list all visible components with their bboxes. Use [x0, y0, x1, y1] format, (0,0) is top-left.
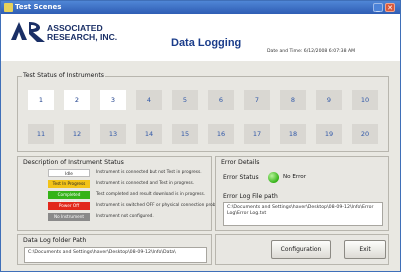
instrument-status-3[interactable]: 3	[100, 90, 126, 110]
company-logo-icon	[11, 22, 45, 42]
error-log-path-field[interactable]: C:\Documents and Settings\haver\Desktop\…	[223, 202, 383, 226]
date-time-label: Date and Time: 6/12/2008 6:07:38 AM	[267, 49, 356, 54]
instrument-status-15[interactable]: 15	[172, 124, 198, 144]
instrument-status-7[interactable]: 7	[244, 90, 270, 110]
status-legend-text: Instrument not configured.	[96, 214, 154, 219]
instrument-status-4[interactable]: 4	[136, 90, 162, 110]
instrument-status-11[interactable]: 11	[28, 124, 54, 144]
instrument-status-1[interactable]: 1	[28, 90, 54, 110]
instrument-status-label: Test Status of Instruments	[22, 72, 106, 79]
status-legend-badge: No Instrument	[48, 213, 90, 221]
status-legend-badge: Idle	[48, 169, 90, 177]
status-legend-badge: Completed Normally	[48, 191, 90, 205]
data-log-panel: Data Log folder Path C:\Documents and Se…	[17, 234, 212, 265]
instrument-status-13[interactable]: 13	[100, 124, 126, 144]
title-bar[interactable]: Test Scenes _ ✕	[1, 1, 400, 14]
instrument-status-8[interactable]: 8	[280, 90, 306, 110]
instrument-status-2[interactable]: 2	[64, 90, 90, 110]
status-legend-badge: Test In Progress	[48, 180, 90, 188]
close-button[interactable]: ✕	[385, 3, 395, 12]
status-legend-text: Instrument is connected and Test in prog…	[96, 181, 195, 186]
instrument-status-17[interactable]: 17	[244, 124, 270, 144]
data-log-path-field[interactable]: C:\Documents and Settings\haver\Desktop\…	[24, 247, 207, 263]
actions-panel: Configuration Exit	[215, 234, 389, 265]
brand-line-2: RESEARCH, INC.	[47, 32, 118, 42]
configuration-button[interactable]: Configuration	[271, 240, 331, 259]
window-title: Test Scenes	[15, 3, 62, 11]
instrument-status-14[interactable]: 14	[136, 124, 162, 144]
exit-button[interactable]: Exit	[344, 240, 386, 259]
minimize-button[interactable]: _	[373, 3, 383, 12]
app-icon	[4, 3, 13, 12]
instrument-status-16[interactable]: 16	[208, 124, 234, 144]
header: ASSOCIATED RESEARCH, INC. Data Logging D…	[1, 14, 400, 61]
company-name: ASSOCIATED RESEARCH, INC.	[47, 24, 117, 42]
instrument-status-6[interactable]: 6	[208, 90, 234, 110]
instrument-status-5[interactable]: 5	[172, 90, 198, 110]
status-description-panel: Description of Instrument Status Idle Ins…	[17, 156, 225, 231]
instrument-status-10[interactable]: 10	[352, 90, 378, 110]
data-log-label: Data Log folder Path	[22, 237, 88, 244]
app-window: Test Scenes _ ✕ ASSOCIATED RESEARCH, INC…	[0, 0, 401, 272]
page-title: Data Logging	[171, 37, 242, 49]
instrument-status-panel: Test Status of Instruments 1 2 3 4 5 6 7 8 9 10 11…	[17, 72, 389, 152]
error-details-panel: Error Details Error Status No Error Erro…	[215, 156, 389, 231]
status-legend-text: Instrument is switched OFF or physical c…	[96, 203, 225, 208]
instrument-status-18[interactable]: 18	[280, 124, 306, 144]
instrument-status-19[interactable]: 19	[316, 124, 342, 144]
instrument-status-9[interactable]: 9	[316, 90, 342, 110]
error-status-value: No Error	[283, 174, 307, 180]
status-legend-text: Instrument is connected but not Test in …	[96, 170, 202, 175]
error-log-path-label: Error Log File path	[223, 193, 278, 200]
status-legend-text: Test completed and result download is in…	[96, 192, 206, 197]
instrument-status-12[interactable]: 12	[64, 124, 90, 144]
error-status-label: Error Status	[223, 174, 259, 181]
error-details-label: Error Details	[220, 159, 261, 166]
status-legend-badge: Power Off	[48, 202, 90, 210]
status-description-label: Description of Instrument Status	[22, 159, 125, 166]
error-status-led-icon	[268, 172, 279, 183]
instrument-status-20[interactable]: 20	[352, 124, 378, 144]
